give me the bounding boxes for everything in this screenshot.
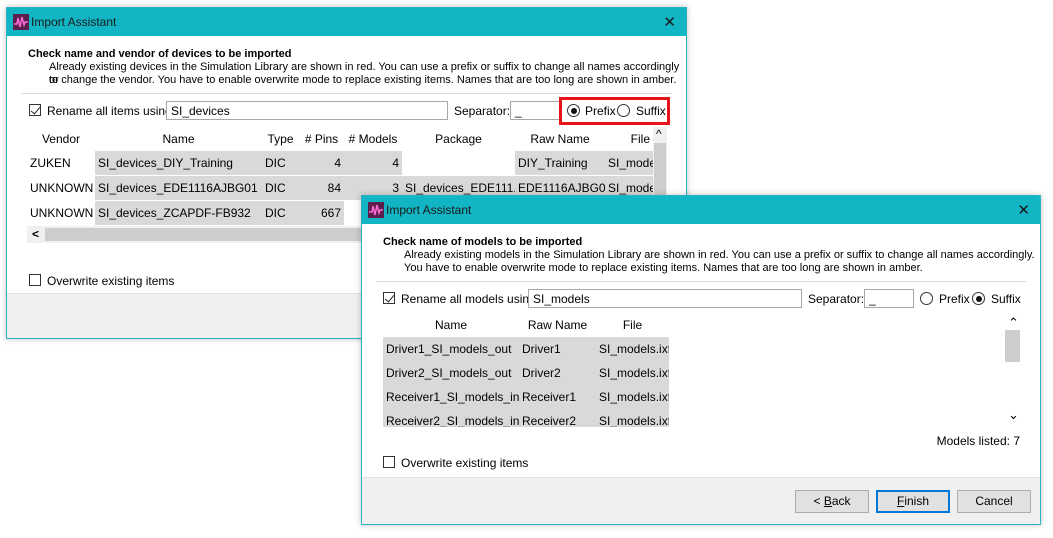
column-header-pins[interactable]: # Pins [299,127,344,151]
overwrite-label: Overwrite existing items [47,274,175,288]
cell-name[interactable]: Receiver1_SI_models_in [383,385,519,409]
separator-label: Separator: [454,104,511,118]
column-header-vendor[interactable]: Vendor [27,127,95,151]
prefix-label: Prefix [939,292,970,306]
cell-file[interactable]: SI_models.ixf [596,337,669,361]
app-icon [368,202,384,218]
cell-name[interactable]: Driver2_SI_models_out [383,361,519,385]
rename-suffix-input[interactable]: SI_models [528,289,802,308]
title-bar: Import Assistant ✕ [362,196,1040,224]
cell-file[interactable]: SI_models.ixf [596,409,669,427]
title-bar: Import Assistant ✕ [7,8,686,36]
rename-prefix-input[interactable]: SI_devices [166,101,448,120]
column-header-models[interactable]: # Models [344,127,402,151]
scroll-thumb[interactable] [1005,330,1020,362]
description-line-2: to change the vendor. You have to enable… [49,74,677,86]
app-icon [13,14,29,30]
suffix-label: Suffix [636,104,666,118]
overwrite-label: Overwrite existing items [401,456,529,470]
models-listed-count: Models listed: 7 [936,434,1020,448]
cell-models[interactable]: 4 [344,151,402,175]
cell-name[interactable]: SI_devices_EDE1116AJBG01 [95,176,262,200]
cell-pins[interactable]: 667 [299,201,344,225]
cell-vendor[interactable]: ZUKEN [27,151,95,175]
column-header-raw-name[interactable]: Raw Name [515,127,605,151]
dialog-content: Check name of models to be imported Alre… [362,224,1040,479]
divider [376,281,1026,282]
prefix-radio[interactable] [567,104,580,117]
scroll-up-icon[interactable]: ⌃ [1008,315,1019,331]
cell-file[interactable]: SI_models.ixf [596,385,669,409]
window-title: Import Assistant [386,203,472,217]
rename-all-label: Rename all items using: [47,104,176,118]
scroll-left-icon[interactable]: < [32,227,39,241]
separator-input[interactable]: _ [510,101,562,120]
close-icon[interactable]: ✕ [1017,201,1030,219]
suffix-label: Suffix [991,292,1021,306]
finish-rest: inish [904,494,930,508]
column-header-package[interactable]: Package [402,127,515,151]
back-mnemonic: B [823,494,832,508]
column-header-name[interactable]: Name [95,127,262,151]
suffix-radio[interactable] [972,292,985,305]
scroll-up-icon[interactable]: ^ [656,127,662,141]
back-prefix: < [813,494,824,508]
import-assistant-dialog-models: Import Assistant ✕ Check name of models … [361,195,1041,525]
column-header-file[interactable]: File [605,127,653,151]
separator-label: Separator: [808,292,865,306]
column-header-raw-name[interactable]: Raw Name [519,313,596,337]
back-rest: ack [831,494,851,508]
rename-all-label: Rename all models using: [401,292,540,306]
overwrite-checkbox[interactable] [383,456,395,468]
scroll-thumb[interactable] [654,143,666,195]
cell-type[interactable]: DIC [262,176,299,200]
cell-name[interactable]: Driver1_SI_models_out [383,337,519,361]
scroll-down-icon[interactable]: ⌄ [1008,407,1019,423]
cell-vendor[interactable]: UNKNOWN [27,201,95,225]
divider [21,93,672,94]
finish-button[interactable]: Finish [876,490,950,513]
scroll-thumb[interactable] [45,228,385,241]
rename-all-checkbox[interactable] [383,292,395,304]
vertical-scrollbar[interactable]: ⌃ ⌄ [1003,313,1022,427]
cell-type[interactable]: DIC [262,201,299,225]
section-heading: Check name and vendor of devices to be i… [28,48,292,60]
cell-pins[interactable]: 84 [299,176,344,200]
column-header-name[interactable]: Name [383,313,519,337]
cell-raw-name[interactable]: Driver1 [519,337,596,361]
description-line-2: You have to enable overwrite mode to rep… [404,262,923,274]
prefix-radio[interactable] [920,292,933,305]
cell-raw-name[interactable]: Driver2 [519,361,596,385]
cell-raw-name[interactable]: Receiver1 [519,385,596,409]
prefix-label: Prefix [585,104,616,118]
cell-name[interactable]: SI_devices_DIY_Training [95,151,262,175]
cell-vendor[interactable]: UNKNOWN [27,176,95,200]
section-heading: Check name of models to be imported [383,236,583,248]
dialog-footer: < Back Finish Cancel [362,477,1040,524]
column-header-file[interactable]: File [596,313,669,337]
overwrite-checkbox[interactable] [29,274,41,286]
suffix-radio[interactable] [617,104,630,117]
cell-pins[interactable]: 4 [299,151,344,175]
close-icon[interactable]: ✕ [663,13,676,31]
cell-name[interactable]: Receiver2_SI_models_in [383,409,519,427]
description-line-1: Already existing models in the Simulatio… [404,249,1035,261]
cell-type[interactable]: DIC [262,151,299,175]
cell-raw-name[interactable]: Receiver2 [519,409,596,427]
window-title: Import Assistant [31,15,117,29]
cell-file[interactable]: SI_models.ixf [596,361,669,385]
column-header-type[interactable]: Type [262,127,299,151]
separator-input[interactable]: _ [864,289,914,308]
back-button[interactable]: < Back [795,490,869,513]
cell-raw-name[interactable]: DIY_Training [515,151,605,175]
cancel-button[interactable]: Cancel [957,490,1031,513]
models-table: Name Raw Name File Driver1_SI_models_out… [383,313,1022,427]
cell-file[interactable]: SI_mode [605,151,653,175]
cell-name[interactable]: SI_devices_ZCAPDF-FB932 [95,201,262,225]
rename-all-checkbox[interactable] [29,104,41,116]
